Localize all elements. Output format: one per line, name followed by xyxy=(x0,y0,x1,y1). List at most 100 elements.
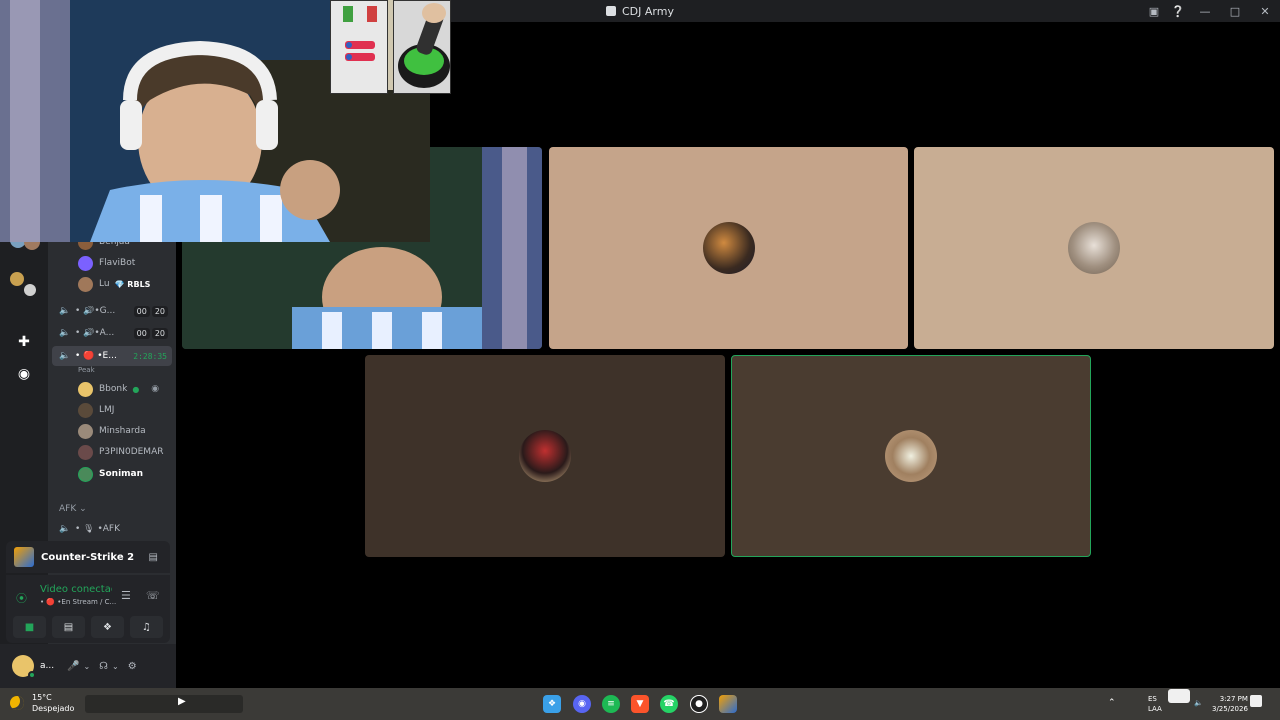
noise-suppression-icon[interactable]: ☰ xyxy=(121,589,131,602)
discover-icon[interactable]: ◉ xyxy=(12,362,36,386)
voice-channel[interactable]: 🔈 • 🔊•G... 00 20 xyxy=(52,301,172,321)
volume-icon[interactable]: 🔈 xyxy=(1194,698,1203,708)
avatar xyxy=(78,402,93,418)
media-widget[interactable] xyxy=(85,695,243,713)
avatar xyxy=(78,255,93,271)
language-code: ES xyxy=(1148,695,1157,703)
voice-channel-name: • 🎙 •AFK xyxy=(75,524,120,534)
chevron-down-icon[interactable]: ⌄ xyxy=(83,662,90,671)
voice-channel-active[interactable]: 🔈 • 🔴 •E... 2:28:35 xyxy=(52,346,172,366)
settings-gear-icon[interactable]: ⚙ xyxy=(128,661,137,672)
user-tile[interactable] xyxy=(549,147,908,349)
temperature: 15°C xyxy=(32,693,52,702)
user-limit: 00 20 xyxy=(133,305,168,317)
weather-widget[interactable]: 15°C Despejado xyxy=(10,692,74,714)
user-tile[interactable] xyxy=(914,147,1274,349)
keyboard-layout: LAA xyxy=(1148,705,1162,713)
disconnect-icon[interactable]: ☏ xyxy=(146,589,160,602)
activity-panel[interactable]: Counter-Strike 2 ▤ xyxy=(6,541,170,573)
user-count: 00 xyxy=(133,327,150,339)
obs-icon[interactable]: ● xyxy=(690,695,708,713)
voice-member-name: LMJ xyxy=(99,405,115,415)
voice-channel-name: • 🔊•G... xyxy=(75,306,116,316)
game-name: Counter-Strike 2 xyxy=(41,551,135,563)
screen-share-button[interactable]: ▤ xyxy=(52,616,85,638)
add-server-icon[interactable]: ✚ xyxy=(12,330,36,354)
language-indicator[interactable]: ES LAA xyxy=(1148,694,1162,714)
chevron-down-icon: ⌄ xyxy=(79,504,87,514)
discord-icon[interactable]: ◉ xyxy=(573,695,591,713)
voice-member[interactable]: Soniman xyxy=(48,464,176,484)
voice-member[interactable]: Minsharda xyxy=(48,421,176,441)
voice-channel-info[interactable]: • 🔴 •En Stream / C... xyxy=(40,598,116,606)
signal-icon[interactable]: ⦿ xyxy=(16,590,27,606)
chevron-up-icon[interactable]: ⌃ xyxy=(1108,698,1116,708)
video-icon: ◉ xyxy=(151,384,160,394)
microphone-icon[interactable]: 🎤 xyxy=(67,661,79,672)
weather-condition: Despejado xyxy=(32,704,75,713)
status-indicator xyxy=(28,671,36,679)
server-icon[interactable] xyxy=(10,272,24,286)
inbox-icon[interactable]: ▣ xyxy=(1142,0,1166,22)
avatar xyxy=(78,276,93,292)
date: 3/25/2026 xyxy=(1212,705,1248,713)
voice-connection-panel: ⦿ Video conectado • 🔴 •En Stream / C... … xyxy=(6,575,170,643)
speaker-icon: 🔈 xyxy=(59,351,71,361)
voice-member-name: P3PIN0DEMAR xyxy=(99,447,164,457)
soundboard-button[interactable]: ♫ xyxy=(130,616,163,638)
avatar xyxy=(519,430,571,482)
avatar xyxy=(78,423,93,439)
voice-member[interactable]: P3PIN0DEMAR xyxy=(48,442,176,462)
voice-user[interactable]: Lu 💎 RBLS xyxy=(48,274,176,294)
game-icon xyxy=(14,547,34,567)
chevron-down-icon[interactable]: ⌄ xyxy=(112,662,119,671)
user-max: 20 xyxy=(151,327,168,339)
voice-channel[interactable]: 🔈 • 🎙 •AFK xyxy=(52,519,172,539)
whatsapp-icon[interactable]: ☎ xyxy=(660,695,678,713)
voice-member[interactable]: Bbonk ● ◉ xyxy=(48,379,176,399)
call-timer: 2:28:35 xyxy=(133,351,167,361)
server-icon xyxy=(606,6,616,16)
stream-thumbnail[interactable] xyxy=(393,0,451,94)
notification-icon[interactable] xyxy=(1168,689,1190,703)
discord-window: CDJ Army ▣ ❔ — □ ✕ ✚ ◉ Benjaa FlaviBot L… xyxy=(0,0,1280,720)
brave-icon[interactable]: ▼ xyxy=(631,695,649,713)
avatar xyxy=(78,381,93,397)
spotify-icon[interactable]: ≡ xyxy=(602,695,620,713)
activities-button[interactable]: ❖ xyxy=(91,616,124,638)
system-tray: ⌃ ES LAA 🔈 3:27 PM 3/25/2026 xyxy=(1100,688,1280,720)
voice-user-name: Lu xyxy=(99,279,110,289)
window-controls: ▣ ❔ — □ ✕ xyxy=(1142,0,1280,22)
close-button[interactable]: ✕ xyxy=(1250,0,1280,22)
stream-game-icon[interactable]: ▤ xyxy=(149,552,158,563)
speaker-icon: 🔈 xyxy=(59,524,71,534)
user-tile[interactable] xyxy=(365,355,725,557)
camera-button[interactable]: ■ xyxy=(13,616,46,638)
weather-text: 15°C Despejado xyxy=(32,692,74,714)
user-tile-speaking[interactable] xyxy=(731,355,1091,557)
play-icon[interactable]: ▶ xyxy=(178,696,186,707)
moon-icon xyxy=(10,696,24,710)
clock[interactable]: 3:27 PM 3/25/2026 xyxy=(1212,694,1248,714)
voice-user[interactable]: FlaviBot xyxy=(48,253,176,273)
speaker-icon: 🔈 xyxy=(59,328,71,338)
maximize-button[interactable]: □ xyxy=(1220,0,1250,22)
headphones-icon[interactable]: ☊ xyxy=(99,661,108,672)
counter-strike-icon[interactable] xyxy=(719,695,737,713)
minimize-button[interactable]: — xyxy=(1190,0,1220,22)
voice-status[interactable]: Video conectado xyxy=(40,584,112,595)
time: 3:27 PM xyxy=(1219,695,1248,703)
voice-channel[interactable]: 🔈 • 🔊•A... 00 20 xyxy=(52,323,172,343)
speaker-icon: 🔈 xyxy=(59,306,71,316)
server-icon[interactable] xyxy=(24,284,36,296)
voice-member[interactable]: LMJ xyxy=(48,400,176,420)
notification-center-icon[interactable] xyxy=(1250,695,1262,707)
avatar[interactable] xyxy=(12,655,36,679)
stream-thumbnail[interactable] xyxy=(330,0,388,94)
category-afk[interactable]: AFK ⌄ xyxy=(59,504,87,514)
windows-taskbar: 15°C Despejado ▶ ❖ ◉ ≡ ▼ ☎ ● ⌃ ES LAA 🔈 … xyxy=(0,688,1280,720)
help-icon[interactable]: ❔ xyxy=(1166,0,1190,22)
window-title-text: CDJ Army xyxy=(622,4,674,18)
start-menu-icon[interactable]: ❖ xyxy=(543,695,561,713)
user-name[interactable]: a... xyxy=(40,661,58,671)
